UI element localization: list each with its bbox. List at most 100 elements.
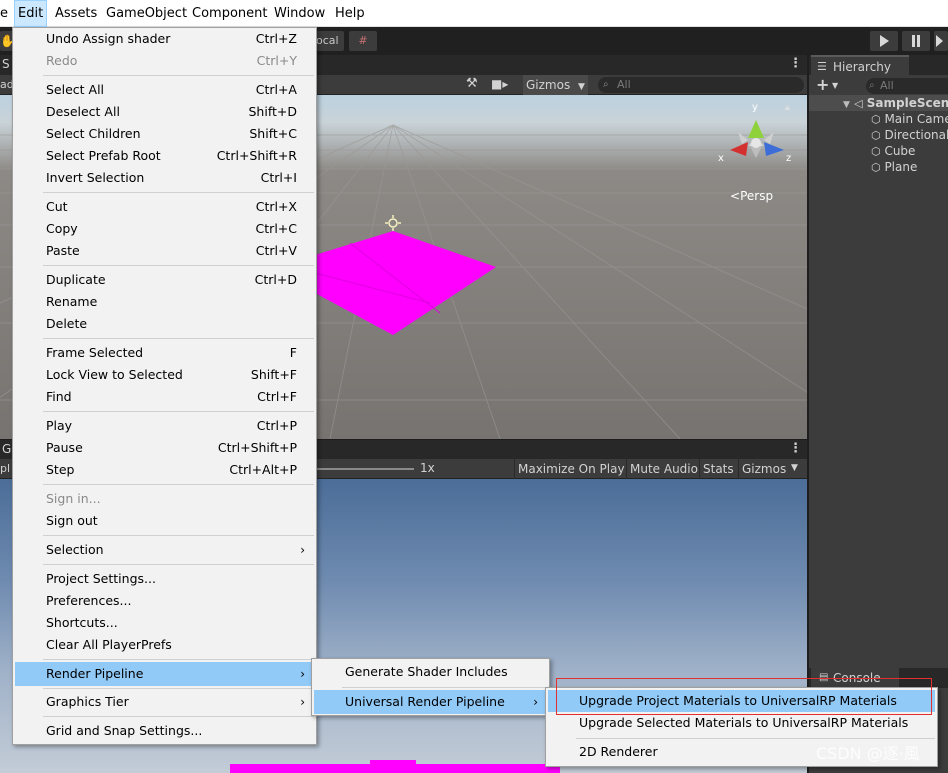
menu-item-label: Duplicate — [46, 272, 106, 287]
axis-y-label: y — [752, 102, 758, 113]
menu-item-shortcut: Ctrl+V — [255, 243, 297, 258]
menu-item-select-prefab-root[interactable]: Select Prefab Root Ctrl+Shift+R — [15, 145, 314, 167]
menu-separator — [43, 716, 314, 717]
more-options-icon[interactable]: ⋮ — [789, 56, 802, 71]
menu-item-selection[interactable]: Selection › — [15, 539, 314, 561]
game-gizmos-button[interactable]: Gizmos — [738, 459, 789, 479]
menu-item-cut[interactable]: Cut Ctrl+X — [15, 196, 314, 218]
light-icon[interactable] — [385, 215, 401, 231]
chevron-right-icon: › — [300, 543, 305, 557]
hierarchy-item[interactable]: ⬡ Directional — [871, 127, 948, 143]
menu-separator — [576, 738, 935, 739]
menu-item-shortcuts[interactable]: Shortcuts... — [15, 612, 314, 634]
menu-item-grid-snap-settings[interactable]: Grid and Snap Settings... — [15, 720, 314, 742]
pause-button[interactable] — [902, 31, 930, 51]
add-chevron-icon[interactable]: ▼ — [832, 81, 838, 90]
camera-icon[interactable]: ■▸ — [491, 77, 508, 91]
hierarchy-item[interactable]: ⬡ Main Camera — [871, 111, 948, 127]
menu-item-label: Delete — [46, 316, 88, 331]
menu-item-undo[interactable]: Undo Assign shader Ctrl+Z — [15, 28, 314, 50]
menu-file-fragment[interactable]: e — [0, 0, 11, 27]
menu-item-duplicate[interactable]: Duplicate Ctrl+D — [15, 269, 314, 291]
chevron-right-icon: › — [300, 695, 305, 709]
gizmos-dropdown[interactable]: Gizmos ▼ — [523, 75, 588, 95]
scene-tab-label[interactable]: S — [2, 57, 10, 71]
scene-search-input[interactable]: ⌕ All — [598, 77, 804, 93]
menu-item-label: Find — [46, 389, 72, 404]
menu-assets[interactable]: Assets — [52, 0, 100, 27]
menu-item-select-all[interactable]: Select All Ctrl+A — [15, 79, 314, 101]
game-more-options-icon[interactable]: ⋮ — [789, 441, 802, 456]
pause-icon — [912, 35, 920, 47]
menu-item-label: Step — [46, 462, 75, 477]
orientation-gizmo[interactable]: y x z — [718, 100, 794, 180]
axis-x-label: x — [718, 153, 724, 164]
menu-edit[interactable]: Edit — [14, 0, 48, 27]
menu-item-universal-render-pipeline[interactable]: Universal Render Pipeline › — [314, 690, 547, 714]
menu-window[interactable]: Window — [271, 0, 328, 27]
add-icon[interactable]: + — [816, 75, 829, 94]
magenta-plane[interactable] — [315, 231, 496, 335]
grid-snap-button[interactable]: # — [349, 31, 377, 51]
menu-item-sign-out[interactable]: Sign out — [15, 510, 314, 532]
stats-button[interactable]: Stats — [699, 459, 737, 479]
menu-item-generate-shader-includes[interactable]: Generate Shader Includes — [314, 661, 547, 683]
menu-item-paste[interactable]: Paste Ctrl+V — [15, 240, 314, 262]
step-button[interactable] — [934, 31, 948, 51]
game-gizmos-chevron-icon[interactable]: ▼ — [791, 463, 798, 473]
menu-item-copy[interactable]: Copy Ctrl+C — [15, 218, 314, 240]
menu-item-play[interactable]: Play Ctrl+P — [15, 415, 314, 437]
menu-help[interactable]: Help — [332, 0, 368, 27]
menu-item-lock-view[interactable]: Lock View to Selected Shift+F — [15, 364, 314, 386]
menu-item-step[interactable]: Step Ctrl+Alt+P — [15, 459, 314, 481]
game-tab-label[interactable]: G — [2, 442, 11, 456]
menu-item-shortcut: Ctrl+A — [255, 82, 297, 97]
menu-component[interactable]: Component — [189, 0, 270, 27]
scene-row-content: ▼ ◁ SampleScene — [843, 95, 948, 111]
hierarchy-search-placeholder: All — [880, 79, 894, 92]
menu-item-label: Upgrade Selected Materials to UniversalR… — [579, 715, 909, 730]
menu-item-frame-selected[interactable]: Frame Selected F — [15, 342, 314, 364]
menu-item-label: Paste — [46, 243, 80, 258]
menu-item-invert-selection[interactable]: Invert Selection Ctrl+I — [15, 167, 314, 189]
menu-item-graphics-tier[interactable]: Graphics Tier › — [15, 691, 314, 713]
menu-item-delete[interactable]: Delete — [15, 313, 314, 335]
play-button[interactable] — [870, 31, 898, 51]
menu-item-label: Lock View to Selected — [46, 367, 183, 382]
menu-item-label: Generate Shader Includes — [345, 664, 508, 679]
menu-item-project-settings[interactable]: Project Settings... — [15, 568, 314, 590]
menu-item-label: Undo Assign shader — [46, 31, 171, 46]
menu-gameobject[interactable]: GameObject — [103, 0, 190, 27]
menu-item-upgrade-selected-materials[interactable]: Upgrade Selected Materials to UniversalR… — [548, 712, 935, 734]
menu-item-preferences[interactable]: Preferences... — [15, 590, 314, 612]
chevron-right-icon: › — [300, 667, 305, 681]
pivot-local-toggle[interactable]: ocal — [316, 31, 344, 51]
perspective-toggle[interactable]: <Persp — [730, 189, 773, 203]
play-icon — [880, 35, 889, 47]
expand-arrow-icon[interactable]: ▼ — [843, 100, 850, 110]
tools-icon[interactable]: ⚒ — [466, 76, 478, 91]
menu-item-pause[interactable]: Pause Ctrl+Shift+P — [15, 437, 314, 459]
menu-item-select-children[interactable]: Select Children Shift+C — [15, 123, 314, 145]
menu-item-rename[interactable]: Rename — [15, 291, 314, 313]
hierarchy-tab[interactable]: ☰ Hierarchy — [811, 55, 909, 75]
menu-item-deselect-all[interactable]: Deselect All Shift+D — [15, 101, 314, 123]
step-icon — [936, 35, 943, 47]
maximize-on-play-button[interactable]: Maximize On Play — [514, 459, 628, 479]
menu-item-shortcut: Ctrl+P — [256, 418, 297, 433]
menu-item-find[interactable]: Find Ctrl+F — [15, 386, 314, 408]
hierarchy-panel: ☰ Hierarchy + ▼ ⌕ All ▼ ◁ SampleScene ⬡ … — [807, 55, 948, 668]
lock-icon[interactable]: 🔒︎ — [785, 103, 790, 113]
menu-item-redo: Redo Ctrl+Y — [15, 50, 314, 72]
hierarchy-item-label: Cube — [884, 144, 916, 158]
hierarchy-item[interactable]: ⬡ Plane — [871, 159, 917, 175]
chevron-down-icon: ▼ — [578, 82, 585, 92]
menu-item-clear-playerprefs[interactable]: Clear All PlayerPrefs — [15, 634, 314, 656]
hierarchy-item-label: Directional — [884, 128, 948, 142]
hierarchy-search-input[interactable]: ⌕ All — [866, 78, 948, 94]
menu-item-render-pipeline[interactable]: Render Pipeline › — [15, 662, 314, 686]
mute-audio-button[interactable]: Mute Audio — [626, 459, 701, 479]
render-pipeline-submenu: Generate Shader Includes Universal Rende… — [311, 658, 550, 716]
scale-slider[interactable] — [316, 468, 414, 470]
hierarchy-item[interactable]: ⬡ Cube — [871, 143, 915, 159]
